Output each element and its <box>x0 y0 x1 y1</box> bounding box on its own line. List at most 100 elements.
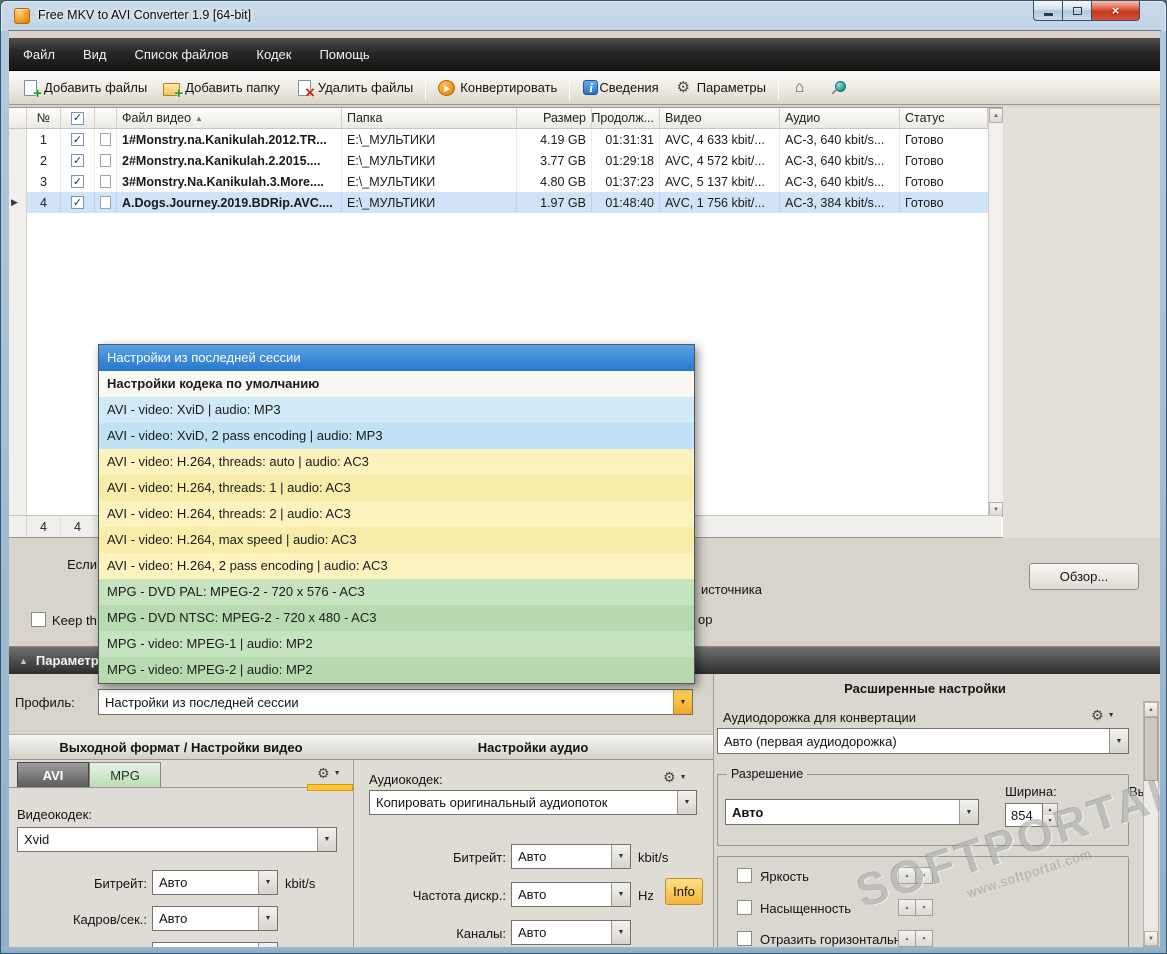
chevron-down-icon[interactable]: ▼ <box>258 871 277 894</box>
profile-option[interactable]: MPG - video: MPEG-2 | audio: MP2 <box>99 657 694 683</box>
settings-button[interactable]: ⚙ Параметры <box>667 74 774 101</box>
chevron-down-icon[interactable]: ▼ <box>611 883 630 906</box>
spin-down-icon[interactable]: ▼ <box>915 899 933 916</box>
home-button[interactable]: ⌂ <box>783 74 821 101</box>
fps-label: Кадров/сек.: <box>72 912 147 927</box>
spin-up-icon[interactable]: ▲ <box>898 899 916 916</box>
menu-filelist[interactable]: Список файлов <box>121 38 243 70</box>
spin-up-icon[interactable]: ▲ <box>898 930 916 947</box>
audio-codec-settings-button[interactable]: ⚙ ▼ <box>663 770 687 784</box>
table-scrollbar[interactable]: ▲ ▼ <box>988 108 1003 517</box>
audio-codec-combobox[interactable]: Копировать оригинальный аудиопоток ▼ <box>369 790 697 815</box>
profile-option-selected[interactable]: Настройки из последней сессии <box>99 345 694 371</box>
brightness-stepper[interactable]: ▲ ▼ <box>898 867 933 884</box>
profile-option[interactable]: AVI - video: H.264, max speed | audio: A… <box>99 527 694 553</box>
chevron-down-icon[interactable]: ▼ <box>673 690 692 714</box>
tab-mpg[interactable]: MPG <box>89 762 161 787</box>
menu-view[interactable]: Вид <box>69 38 121 70</box>
header-size[interactable]: Размер <box>517 108 592 128</box>
chevron-down-icon[interactable]: ▼ <box>317 828 336 851</box>
chevron-down-icon[interactable]: ▼ <box>959 800 978 824</box>
channels-combobox[interactable]: Авто ▼ <box>511 920 631 945</box>
spin-down-icon[interactable]: ▼ <box>915 930 933 947</box>
keep-structure-checkbox[interactable] <box>31 612 46 627</box>
profile-option[interactable]: AVI - video: XviD, 2 pass encoding | aud… <box>99 423 694 449</box>
video-bitrate-combobox[interactable]: Авто ▼ <box>152 870 278 895</box>
fps-combobox[interactable]: Авто ▼ <box>152 906 278 931</box>
profile-option[interactable]: MPG - DVD PAL: MPEG-2 - 720 x 576 - AC3 <box>99 579 694 605</box>
table-row[interactable]: 2 2#Monstry.na.Kanikulah.2.2015.... E:\_… <box>9 150 1003 171</box>
video-codec-combobox[interactable]: Xvid ▼ <box>17 827 337 852</box>
chevron-down-icon[interactable]: ▼ <box>677 791 696 814</box>
profile-option[interactable]: AVI - video: H.264, 2 pass encoding | au… <box>99 553 694 579</box>
profile-option[interactable]: MPG - video: MPEG-1 | audio: MP2 <box>99 631 694 657</box>
info-button[interactable]: Info <box>665 878 703 905</box>
row-checkbox[interactable] <box>71 154 84 167</box>
spin-up-icon[interactable]: ▲ <box>1043 804 1057 815</box>
saturation-checkbox[interactable] <box>737 900 752 915</box>
scroll-up-icon[interactable]: ▲ <box>1144 702 1158 717</box>
header-folder[interactable]: Папка <box>342 108 517 128</box>
brightness-checkbox[interactable] <box>737 868 752 883</box>
header-file[interactable]: Файл видео ▲ <box>117 108 342 128</box>
profile-option[interactable]: AVI - video: H.264, threads: 2 | audio: … <box>99 501 694 527</box>
header-duration[interactable]: Продолж... <box>592 108 660 128</box>
spin-down-icon[interactable]: ▼ <box>1043 815 1057 826</box>
delete-files-button[interactable]: Удалить файлы <box>288 74 421 103</box>
audio-track-combobox[interactable]: Авто (первая аудиодорожка) ▼ <box>717 728 1129 754</box>
chevron-down-icon[interactable]: ▼ <box>611 921 630 944</box>
header-video[interactable]: Видео <box>660 108 780 128</box>
spinner-arrows[interactable]: ▲ ▼ <box>1043 803 1058 827</box>
titlebar[interactable]: Free MKV to AVI Converter 1.9 [64-bit] <box>1 1 1031 31</box>
file-icon <box>100 175 111 188</box>
table-row-selected[interactable]: ▶ 4 A.Dogs.Journey.2019.BDRip.AVC.... E:… <box>9 192 1003 213</box>
close-button[interactable]: × <box>1092 1 1140 21</box>
select-all-checkbox[interactable] <box>71 111 84 125</box>
audio-track-settings-button[interactable]: ⚙ ▼ <box>1091 708 1115 722</box>
profile-option[interactable]: Настройки кодека по умолчанию <box>99 371 694 397</box>
row-checkbox[interactable] <box>71 175 84 188</box>
menu-file[interactable]: Файл <box>9 38 69 70</box>
menu-codec[interactable]: Кодек <box>242 38 305 70</box>
width-value[interactable]: 854 <box>1005 803 1043 827</box>
table-row[interactable]: 1 1#Monstry.na.Kanikulah.2012.TR... E:\_… <box>9 129 1003 150</box>
minimize-button[interactable] <box>1033 1 1063 21</box>
spin-up-icon[interactable]: ▲ <box>898 867 916 884</box>
menu-help[interactable]: Помощь <box>305 38 383 70</box>
header-number[interactable]: № <box>27 108 61 128</box>
saturation-stepper[interactable]: ▲ ▼ <box>898 899 933 916</box>
pin-button[interactable] <box>821 74 859 101</box>
video-codec-settings-button[interactable]: ⚙ ▼ <box>317 766 341 780</box>
maximize-button[interactable] <box>1063 1 1092 21</box>
scroll-up-icon[interactable]: ▲ <box>989 108 1003 123</box>
browse-button[interactable]: Обзор... <box>1029 563 1139 590</box>
samplerate-combobox[interactable]: Авто ▼ <box>511 882 631 907</box>
convert-button[interactable]: ▶ Конвертировать <box>430 74 565 101</box>
row-checkbox[interactable] <box>71 196 84 209</box>
add-files-button[interactable]: Добавить файлы <box>14 74 155 102</box>
flip-horizontal-checkbox[interactable] <box>737 931 752 946</box>
profile-combobox[interactable]: Настройки из последней сессии ▼ <box>98 689 693 715</box>
chevron-down-icon[interactable]: ▼ <box>258 907 277 930</box>
row-checkbox[interactable] <box>71 133 84 146</box>
profile-option[interactable]: AVI - video: H.264, threads: 1 | audio: … <box>99 475 694 501</box>
chevron-down-icon[interactable]: ▼ <box>1109 729 1128 753</box>
add-folder-button[interactable]: Добавить папку <box>155 74 288 102</box>
tab-avi[interactable]: AVI <box>17 762 89 787</box>
table-row[interactable]: 3 3#Monstry.Na.Kanikulah.3.More.... E:\_… <box>9 171 1003 192</box>
media-info-button[interactable]: Сведения <box>574 74 666 101</box>
panel-scrollbar[interactable]: ▲ ▼ <box>1143 701 1159 947</box>
profile-option[interactable]: AVI - video: XviD | audio: MP3 <box>99 397 694 423</box>
flip-stepper[interactable]: ▲ ▼ <box>898 930 933 947</box>
width-spinner[interactable]: 854 ▲ ▼ <box>1005 803 1058 827</box>
resolution-combobox[interactable]: Авто ▼ <box>725 799 979 825</box>
header-status[interactable]: Статус <box>900 108 988 128</box>
chevron-down-icon[interactable]: ▼ <box>611 845 630 868</box>
header-audio[interactable]: Аудио <box>780 108 900 128</box>
scrollbar-thumb[interactable] <box>1144 717 1158 781</box>
profile-option[interactable]: MPG - DVD NTSC: MPEG-2 - 720 x 480 - AC3 <box>99 605 694 631</box>
audio-bitrate-combobox[interactable]: Авто ▼ <box>511 844 631 869</box>
profile-option[interactable]: AVI - video: H.264, threads: auto | audi… <box>99 449 694 475</box>
spin-down-icon[interactable]: ▼ <box>915 867 933 884</box>
scroll-down-icon[interactable]: ▼ <box>1144 931 1158 946</box>
